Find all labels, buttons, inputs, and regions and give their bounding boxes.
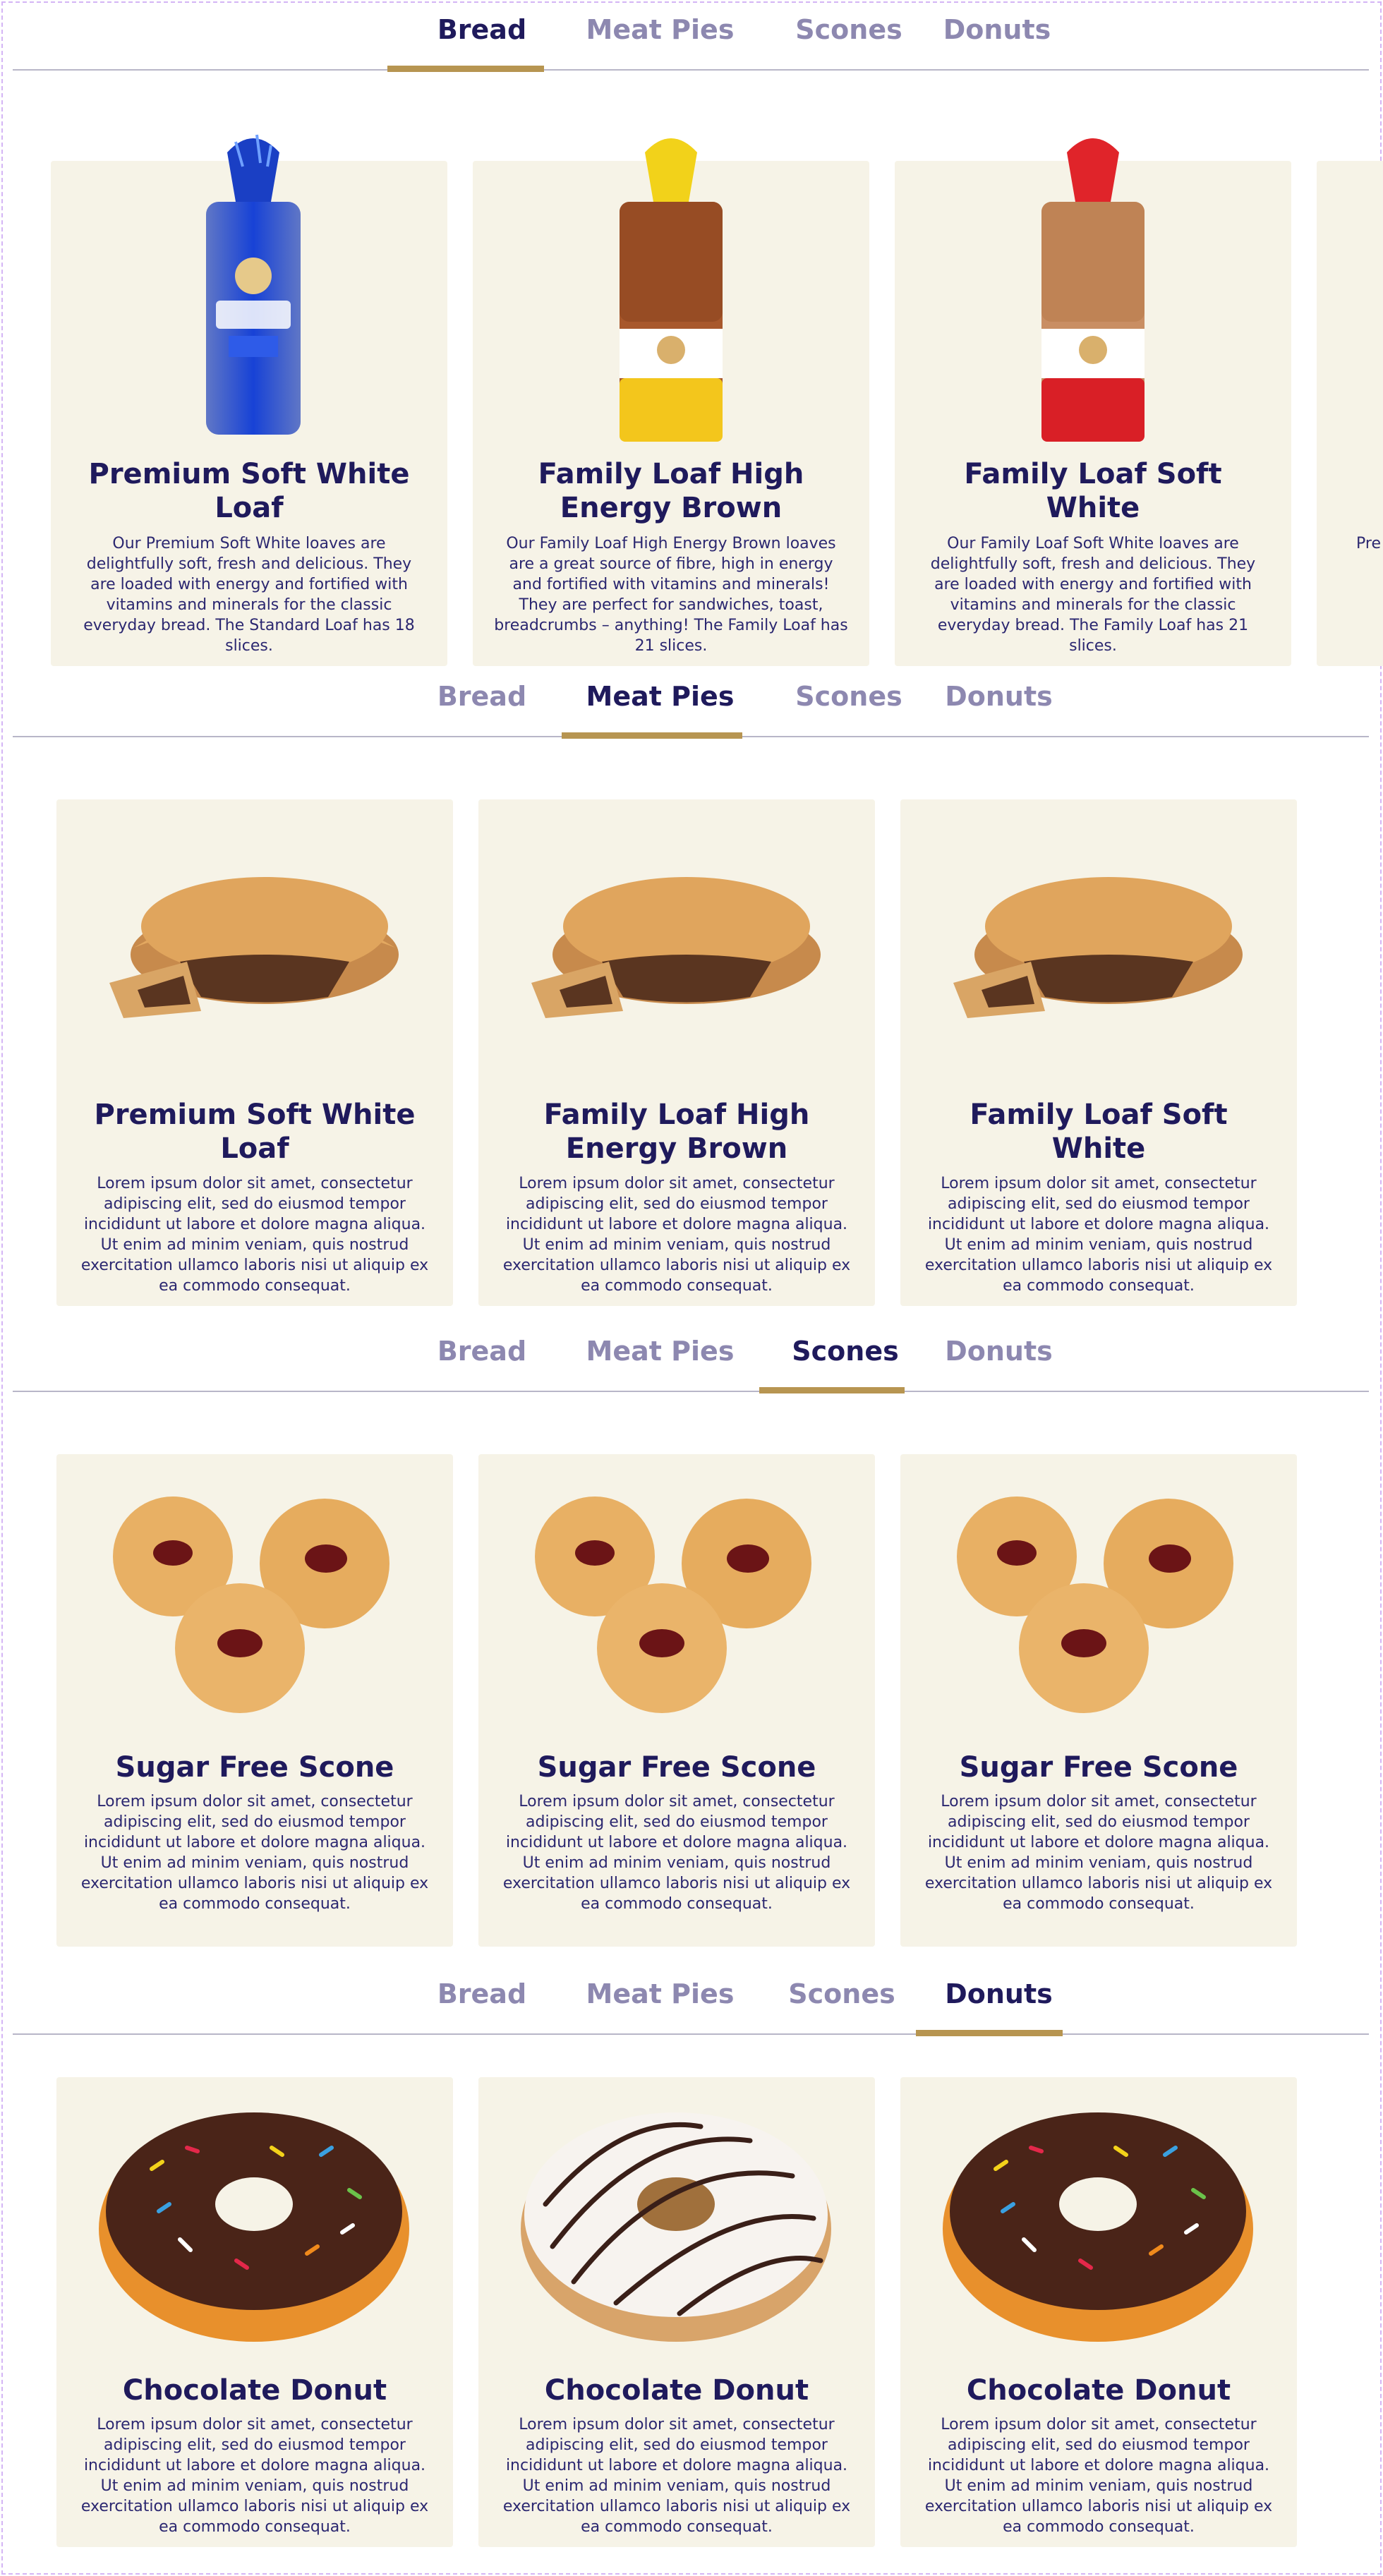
bread-red-icon <box>1041 138 1145 442</box>
tab-meat-pies[interactable]: Meat Pies <box>577 1978 743 2009</box>
section-meat-pies: Bread Meat Pies Scones Donuts Premium So… <box>0 667 1383 1309</box>
card-description: Lorem ipsum dolor sit amet, consectetur … <box>80 1175 429 1295</box>
meat-pie-icon <box>109 877 399 1018</box>
active-tab-indicator <box>562 732 742 739</box>
card-description: Pre <box>1356 535 1381 552</box>
product-card[interactable]: Sugar Free Scone Lorem ipsum dolor sit a… <box>56 1454 453 1947</box>
card-description: Lorem ipsum dolor sit amet, consectetur … <box>502 1793 851 1913</box>
product-card[interactable]: Chocolate Donut Lorem ipsum dolor sit am… <box>478 2077 875 2547</box>
product-card[interactable]: Sugar Free Scone Lorem ipsum dolor sit a… <box>478 1454 875 1947</box>
card-description: Lorem ipsum dolor sit amet, consectetur … <box>924 2416 1273 2536</box>
tab-bread[interactable]: Bread <box>422 681 542 712</box>
tab-scones[interactable]: Scones <box>789 14 909 45</box>
product-card-peek[interactable]: Pre <box>1317 161 1383 666</box>
active-tab-indicator <box>916 2030 1063 2036</box>
card-description: Lorem ipsum dolor sit amet, consectetur … <box>80 1793 429 1913</box>
product-card[interactable]: Family Loaf High Energy Brown Our Family… <box>473 138 869 666</box>
product-card[interactable]: Premium Soft White Loaf Our Premium Soft… <box>51 134 447 666</box>
tab-bar: Bread Meat Pies Scones Donuts <box>13 1322 1369 1393</box>
card-title: Family Loaf High Energy Brown <box>538 458 804 524</box>
tab-bar: Bread Meat Pies Scones Donuts <box>13 0 1369 72</box>
tab-bread[interactable]: Bread <box>422 14 542 45</box>
product-card[interactable]: Chocolate Donut Lorem ipsum dolor sit am… <box>56 2077 453 2547</box>
tab-meat-pies[interactable]: Meat Pies <box>577 1336 743 1367</box>
jam-biscuits-icon <box>535 1496 811 1713</box>
card-description: Our Family Loaf Soft White loaves are de… <box>930 535 1256 655</box>
card-title: Chocolate Donut <box>122 2374 387 2407</box>
card-title: Family Loaf Soft White <box>970 1099 1228 1165</box>
card-description: Lorem ipsum dolor sit amet, consectetur … <box>924 1793 1273 1913</box>
card-title: Sugar Free Scone <box>959 1751 1238 1784</box>
tab-bar: Bread Meat Pies Scones Donuts <box>13 1964 1369 2036</box>
product-card[interactable]: Chocolate Donut Lorem ipsum dolor sit am… <box>900 2077 1297 2547</box>
card-title: Sugar Free Scone <box>115 1751 394 1784</box>
tab-donuts[interactable]: Donuts <box>930 1336 1068 1367</box>
product-card[interactable]: Premium Soft White Loaf Lorem ipsum dolo… <box>56 799 453 1306</box>
product-card[interactable]: Family Loaf Soft White Our Family Loaf S… <box>895 138 1291 666</box>
product-card[interactable]: Family Loaf Soft White Lorem ipsum dolor… <box>900 799 1297 1306</box>
card-description: Lorem ipsum dolor sit amet, consectetur … <box>502 2416 851 2536</box>
chocolate-sprinkle-donut-icon <box>943 2112 1253 2342</box>
white-striped-donut-icon <box>521 2112 831 2342</box>
meat-pie-icon <box>531 877 821 1018</box>
card-title: Sugar Free Scone <box>537 1751 816 1784</box>
section-scones: Bread Meat Pies Scones Donuts Sugar Free… <box>0 1322 1383 1957</box>
tab-meat-pies[interactable]: Meat Pies <box>577 14 743 45</box>
section-bread: Bread Meat Pies Scones Donuts Premium So… <box>0 0 1383 670</box>
card-title: Family Loaf Soft White <box>964 458 1222 524</box>
card-description: Lorem ipsum dolor sit amet, consectetur … <box>502 1175 851 1295</box>
active-tab-indicator <box>387 66 544 72</box>
chocolate-sprinkle-donut-icon <box>99 2112 409 2342</box>
product-card[interactable]: Family Loaf High Energy Brown Lorem ipsu… <box>478 799 875 1306</box>
tab-donuts[interactable]: Donuts <box>930 681 1068 712</box>
card-description: Our Premium Soft White loaves are deligh… <box>83 535 415 655</box>
tab-scones[interactable]: Scones <box>789 681 909 712</box>
bread-yellow-icon <box>620 138 723 442</box>
tab-meat-pies[interactable]: Meat Pies <box>577 681 743 712</box>
tab-scones[interactable]: Scones <box>778 1978 905 2009</box>
card-title: Premium Soft White Loaf <box>88 458 410 524</box>
tab-bread[interactable]: Bread <box>422 1336 542 1367</box>
tab-bread[interactable]: Bread <box>422 1978 542 2009</box>
active-tab-indicator <box>759 1387 905 1393</box>
product-card[interactable]: Sugar Free Scone Lorem ipsum dolor sit a… <box>900 1454 1297 1947</box>
section-donuts: Bread Meat Pies Scones Donuts Chocolate … <box>0 1964 1383 2576</box>
tab-donuts[interactable]: Donuts <box>930 1978 1068 2009</box>
jam-biscuits-icon <box>957 1496 1233 1713</box>
tab-bar: Bread Meat Pies Scones Donuts <box>13 667 1369 739</box>
jam-biscuits-icon <box>113 1496 389 1713</box>
card-description: Our Family Loaf High Energy Brown loaves… <box>494 535 848 655</box>
card-title: Family Loaf High Energy Brown <box>543 1099 810 1165</box>
card-description: Lorem ipsum dolor sit amet, consectetur … <box>924 1175 1273 1295</box>
card-title: Chocolate Donut <box>966 2374 1231 2407</box>
card-description: Lorem ipsum dolor sit amet, consectetur … <box>80 2416 429 2536</box>
meat-pie-icon <box>953 877 1243 1018</box>
card-title: Premium Soft White Loaf <box>94 1099 416 1165</box>
tab-donuts[interactable]: Donuts <box>930 14 1064 45</box>
card-title: Chocolate Donut <box>544 2374 809 2407</box>
bread-blue-icon <box>206 134 301 435</box>
tab-scones[interactable]: Scones <box>782 1336 909 1367</box>
